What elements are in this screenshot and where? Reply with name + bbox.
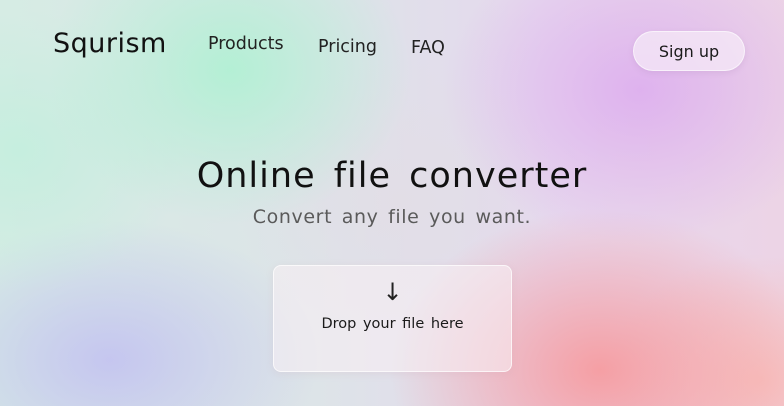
nav-link-products[interactable]: Products [208,34,284,54]
dropzone-label: Drop your file here [321,316,464,332]
page-subtitle: Convert any file you want. [252,206,532,228]
brand-logo[interactable]: Squrism [53,28,167,59]
page-title: Online file converter [196,156,588,196]
nav-link-faq[interactable]: FAQ [411,38,445,58]
down-arrow-icon: ↓ [382,278,403,306]
file-dropzone[interactable]: ↓ Drop your file here [273,265,512,372]
nav-link-pricing[interactable]: Pricing [318,37,377,57]
sign-up-button[interactable]: Sign up [633,31,745,71]
hero-section: Online file converter Convert any file y… [0,156,784,228]
site-header: Squrism Products Pricing FAQ Sign up [0,0,784,100]
